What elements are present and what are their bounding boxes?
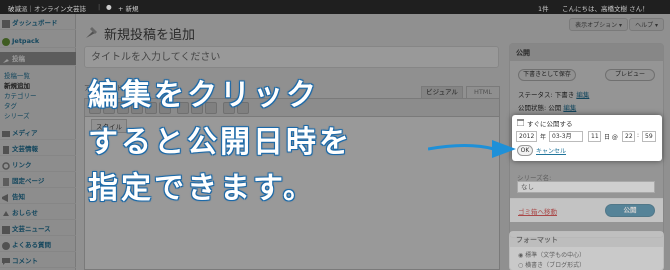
publish-lower: シリーズ名: なし ゴミ箱へ移動 公開 <box>509 172 664 224</box>
trash-link[interactable]: ゴミ箱へ移動 <box>518 206 557 216</box>
format-heading: フォーマット <box>510 232 663 247</box>
day-input[interactable]: 11 <box>588 131 601 142</box>
annotation-line-3: 指定できます。 <box>88 171 316 206</box>
time-colon: : <box>637 132 640 139</box>
admin-bar-separator: | <box>98 3 101 11</box>
comments-icon[interactable]: ● <box>106 3 112 11</box>
series-select[interactable]: なし <box>517 181 655 193</box>
admin-bar: 破滅派｜オンライン文芸誌 | ● + 新規 1件 こんにちは、高橋文樹 さん！ <box>0 0 670 14</box>
format-option-label: 横書き（ブログ形式） <box>525 262 586 269</box>
annotation-line-1: 編集をクリック <box>88 78 319 113</box>
annotation-line-2: すると公開日時を <box>88 125 352 160</box>
format-option-horizontal[interactable]: ○ 横書き（ブログ形式） <box>518 260 585 269</box>
schedule-editor: すぐに公開する 2012 年 03-3月 11 日 @ 22 : 59 OK キ… <box>512 115 662 161</box>
pointer-arrow-icon <box>428 140 516 158</box>
greeting-text[interactable]: こんにちは、高橋文樹 さん！ <box>562 3 649 13</box>
year-input[interactable]: 2012 <box>516 131 537 142</box>
pending-count[interactable]: 1件 <box>538 3 549 13</box>
format-option-standard[interactable]: ◉ 標準（文学もの中心） <box>518 250 585 259</box>
year-unit: 年 <box>540 134 547 141</box>
publish-button[interactable]: 公開 <box>605 204 655 217</box>
minute-input[interactable]: 59 <box>642 131 656 142</box>
cancel-link[interactable]: キャンセル <box>536 146 566 155</box>
day-unit: 日 @ <box>604 134 618 141</box>
format-option-label: 標準（文学もの中心） <box>525 252 586 259</box>
calendar-icon <box>516 118 525 127</box>
format-box: フォーマット ◉ 標準（文学もの中心） ○ 横書き（ブログ形式） <box>509 231 664 270</box>
hour-input[interactable]: 22 <box>622 131 635 142</box>
site-name-link[interactable]: 破滅派｜オンライン文芸誌 <box>8 3 86 13</box>
ok-button[interactable]: OK <box>517 145 533 156</box>
publish-footer: ゴミ箱へ移動 公開 <box>510 198 663 222</box>
new-post-link[interactable]: + 新規 <box>118 3 139 13</box>
schedule-label: すぐに公開する <box>527 120 573 128</box>
month-select[interactable]: 03-3月 <box>549 131 583 142</box>
